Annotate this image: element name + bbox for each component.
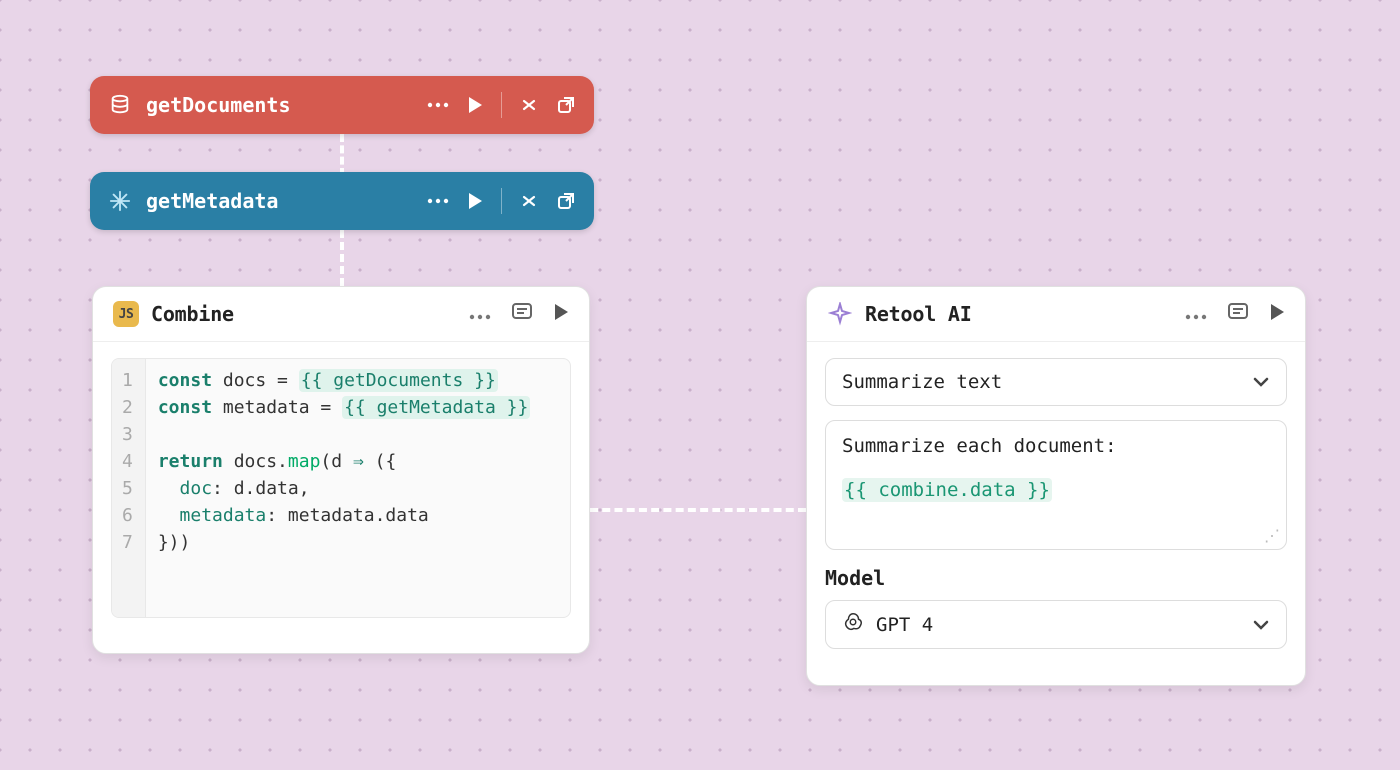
popout-icon[interactable] xyxy=(556,95,576,115)
play-icon[interactable] xyxy=(1269,303,1285,325)
node-label: getMetadata xyxy=(146,189,427,213)
action-select-value: Summarize text xyxy=(842,371,1002,393)
snowflake-icon xyxy=(108,189,132,213)
prompt-template-chip: {{ combine.data }} xyxy=(842,478,1052,502)
card-combine: JS Combine 1 2 3 4 5 6 7 xyxy=(92,286,590,654)
action-select[interactable]: Summarize text xyxy=(825,358,1287,406)
line-gutter: 1 2 3 4 5 6 7 xyxy=(112,359,146,617)
card-title: Retool AI xyxy=(865,302,1185,326)
openai-icon xyxy=(842,611,864,638)
connector-v2 xyxy=(340,230,344,286)
sparkle-icon xyxy=(827,301,853,327)
play-icon[interactable] xyxy=(467,192,483,210)
divider xyxy=(501,92,502,118)
model-label: Model xyxy=(825,566,1287,590)
prompt-text: Summarize each document: xyxy=(842,435,1270,457)
more-icon[interactable] xyxy=(469,305,491,324)
resize-handle-icon[interactable]: ⋰ xyxy=(1264,526,1280,545)
chevron-down-icon xyxy=(1252,371,1270,393)
collapse-icon[interactable] xyxy=(520,192,538,210)
node-getDocuments[interactable]: getDocuments xyxy=(90,76,594,134)
chevron-down-icon xyxy=(1252,614,1270,636)
card-header: JS Combine xyxy=(93,287,589,342)
database-icon xyxy=(108,93,132,117)
prompt-input[interactable]: Summarize each document: {{ combine.data… xyxy=(825,420,1287,550)
model-value: GPT 4 xyxy=(876,614,933,636)
comment-icon[interactable] xyxy=(511,302,533,326)
divider xyxy=(501,188,502,214)
connector-h1 xyxy=(590,508,806,512)
comment-icon[interactable] xyxy=(1227,302,1249,326)
more-icon[interactable] xyxy=(427,198,449,204)
model-select[interactable]: GPT 4 xyxy=(825,600,1287,649)
play-icon[interactable] xyxy=(467,96,483,114)
code-editor[interactable]: 1 2 3 4 5 6 7 const docs = {{ getDocumen… xyxy=(111,358,571,618)
collapse-icon[interactable] xyxy=(520,96,538,114)
card-retool-ai: Retool AI Summarize text Summarize each … xyxy=(806,286,1306,686)
node-getMetadata[interactable]: getMetadata xyxy=(90,172,594,230)
play-icon[interactable] xyxy=(553,303,569,325)
card-header: Retool AI xyxy=(807,287,1305,342)
more-icon[interactable] xyxy=(427,102,449,108)
code-content[interactable]: const docs = {{ getDocuments }} const me… xyxy=(146,359,542,617)
more-icon[interactable] xyxy=(1185,305,1207,324)
popout-icon[interactable] xyxy=(556,191,576,211)
connector-v1 xyxy=(340,134,344,176)
js-badge-icon: JS xyxy=(113,301,139,327)
node-label: getDocuments xyxy=(146,93,427,117)
card-title: Combine xyxy=(151,302,469,326)
